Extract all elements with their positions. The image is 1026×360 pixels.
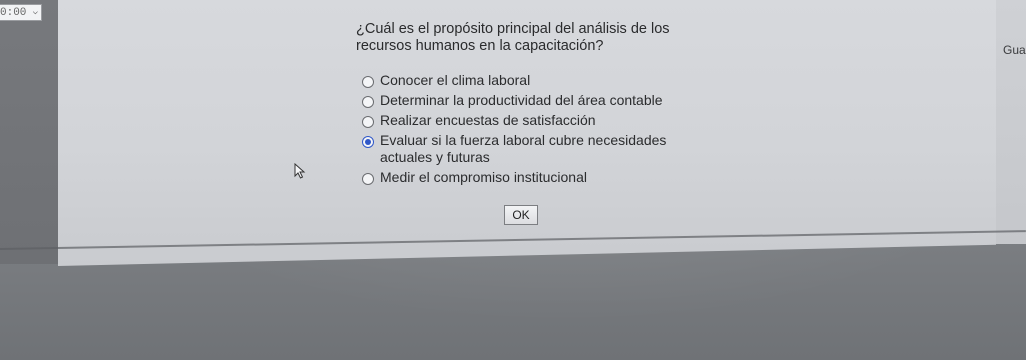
chevron-down-icon: ⌵	[32, 7, 38, 17]
timer-value: 0:00	[0, 6, 27, 19]
radio-button[interactable]	[362, 116, 374, 128]
ok-button[interactable]: OK	[504, 205, 538, 225]
radio-button[interactable]	[362, 136, 374, 148]
timer-dropdown[interactable]: 0:00 ⌵	[0, 4, 42, 21]
radio-button[interactable]	[362, 76, 374, 88]
radio-button[interactable]	[362, 173, 374, 185]
mouse-pointer-icon	[294, 163, 306, 179]
option-label: Realizar encuestas de satisfacción	[380, 112, 596, 128]
option-label: Conocer el clima laboral	[380, 72, 531, 88]
radio-button[interactable]	[362, 96, 374, 108]
option-clima-laboral[interactable]: Conocer el clima laboral	[362, 72, 692, 89]
left-panel	[0, 0, 58, 264]
option-encuestas[interactable]: Realizar encuestas de satisfacción	[362, 112, 692, 129]
option-productividad[interactable]: Determinar la productividad del área con…	[362, 92, 692, 109]
option-label: Determinar la productividad del área con…	[380, 92, 663, 108]
answer-options: Conocer el clima laboral Determinar la p…	[362, 72, 692, 189]
option-compromiso[interactable]: Medir el compromiso institucional	[362, 169, 692, 186]
option-fuerza-laboral[interactable]: Evaluar si la fuerza laboral cubre neces…	[362, 132, 692, 166]
option-label: Medir el compromiso institucional	[380, 169, 587, 185]
option-label: Evaluar si la fuerza laboral cubre neces…	[380, 132, 667, 165]
question-text: ¿Cuál es el propósito principal del anál…	[356, 21, 670, 54]
right-panel	[996, 0, 1026, 244]
side-panel-label: Gua	[1003, 43, 1026, 57]
